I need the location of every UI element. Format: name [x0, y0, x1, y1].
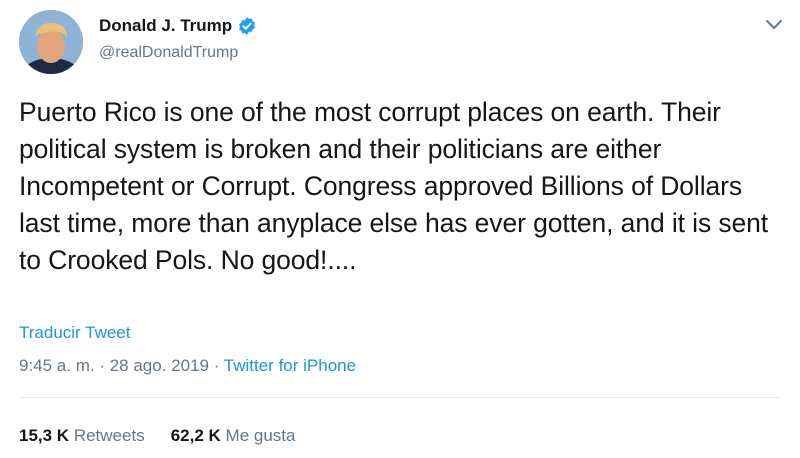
- meta-separator: ·: [208, 356, 224, 375]
- likes-stat[interactable]: 62,2 K Me gusta: [171, 426, 296, 446]
- author-display-name[interactable]: Donald J. Trump: [99, 16, 232, 36]
- retweets-count: 15,3 K: [19, 426, 70, 445]
- avatar-image: [19, 10, 83, 74]
- tweet-timestamp[interactable]: 9:45 a. m. · 28 ago. 2019: [19, 356, 209, 375]
- likes-label: Me gusta: [225, 426, 296, 445]
- retweets-stat[interactable]: 15,3 K Retweets: [19, 426, 145, 446]
- likes-count: 62,2 K: [170, 426, 221, 445]
- tweet-text: Puerto Rico is one of the most corrupt p…: [19, 97, 769, 275]
- verified-badge-icon: [237, 16, 257, 36]
- tweet-metadata: 9:45 a. m. · 28 ago. 2019 · Twitter for …: [19, 356, 356, 376]
- author-handle[interactable]: @realDonaldTrump: [99, 44, 257, 62]
- author-block[interactable]: Donald J. Trump @realDonaldTrump: [99, 14, 257, 62]
- chevron-down-icon[interactable]: [764, 18, 784, 32]
- avatar[interactable]: [19, 10, 83, 74]
- retweets-label: Retweets: [73, 426, 145, 445]
- divider: [19, 397, 781, 398]
- translate-tweet-link[interactable]: Traducir Tweet: [19, 323, 131, 343]
- tweet-source-link[interactable]: Twitter for iPhone: [224, 356, 356, 375]
- tweet-stats: 15,3 K Retweets 62,2 K Me gusta: [19, 426, 321, 446]
